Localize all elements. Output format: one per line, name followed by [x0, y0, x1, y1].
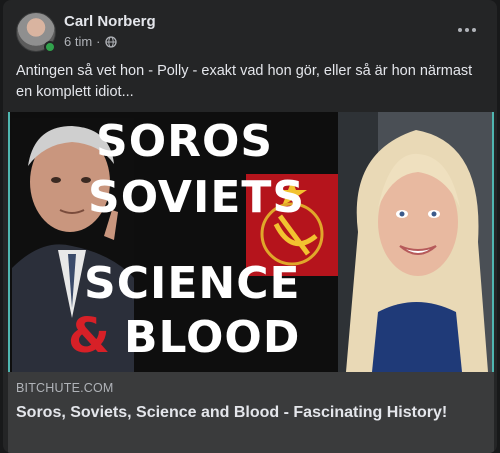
post-meta: 6 tim · [64, 34, 117, 49]
thumbnail-border-right [492, 112, 494, 372]
thumbnail-headline-3: SCIENCE [84, 258, 301, 309]
globe-icon [104, 35, 117, 48]
meta-separator: · [96, 34, 101, 49]
link-thumbnail[interactable]: SOROS SOVIETS SCIENCE & BLOOD [8, 112, 494, 372]
link-domain: BITCHUTE.COM [16, 381, 114, 395]
thumbnail-border-left [8, 112, 10, 372]
post-card: Carl Norberg 6 tim · Antingen så vet hon… [3, 0, 497, 453]
thumbnail-headline-1: SOROS [96, 116, 274, 167]
thumbnail-ampersand: & [68, 308, 111, 364]
link-preview[interactable]: BITCHUTE.COM Soros, Soviets, Science and… [8, 372, 494, 453]
author-name[interactable]: Carl Norberg [64, 13, 156, 30]
post-text: Antingen så vet hon - Polly - exakt vad … [16, 63, 473, 100]
woman-photo [338, 112, 492, 372]
online-status-badge [44, 41, 56, 53]
more-options-icon[interactable] [453, 18, 481, 42]
link-title[interactable]: Soros, Soviets, Science and Blood - Fasc… [16, 402, 456, 423]
thumbnail-headline-4: BLOOD [124, 312, 301, 363]
thumbnail-headline-2: SOVIETS [88, 172, 306, 223]
post-timestamp[interactable]: 6 tim [64, 34, 92, 49]
